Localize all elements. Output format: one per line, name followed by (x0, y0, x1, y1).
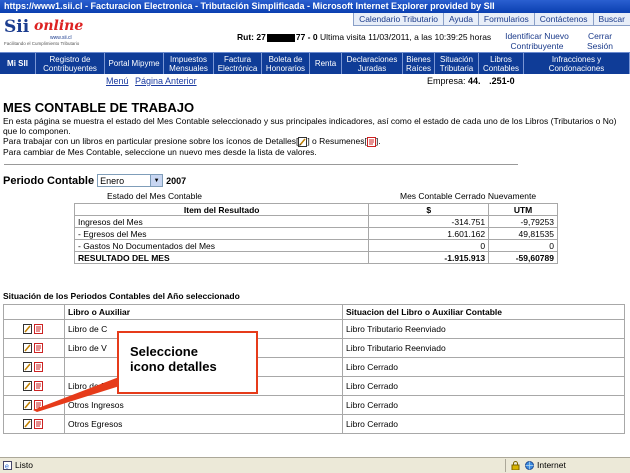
callout-line-2: icono detalles (130, 359, 217, 374)
lock-icon (511, 461, 520, 470)
svg-text:e: e (5, 464, 9, 471)
ie-page-icon: e (3, 461, 12, 470)
callout-box: Seleccione icono detalles (117, 331, 258, 394)
status-text: Listo (15, 460, 33, 470)
status-divider (505, 459, 506, 472)
globe-icon (525, 461, 534, 470)
callout-line-1: Seleccione (130, 344, 198, 359)
status-bar: e Listo Internet (0, 457, 630, 473)
callout-arrow (33, 377, 126, 412)
zone-text: Internet (537, 460, 566, 470)
